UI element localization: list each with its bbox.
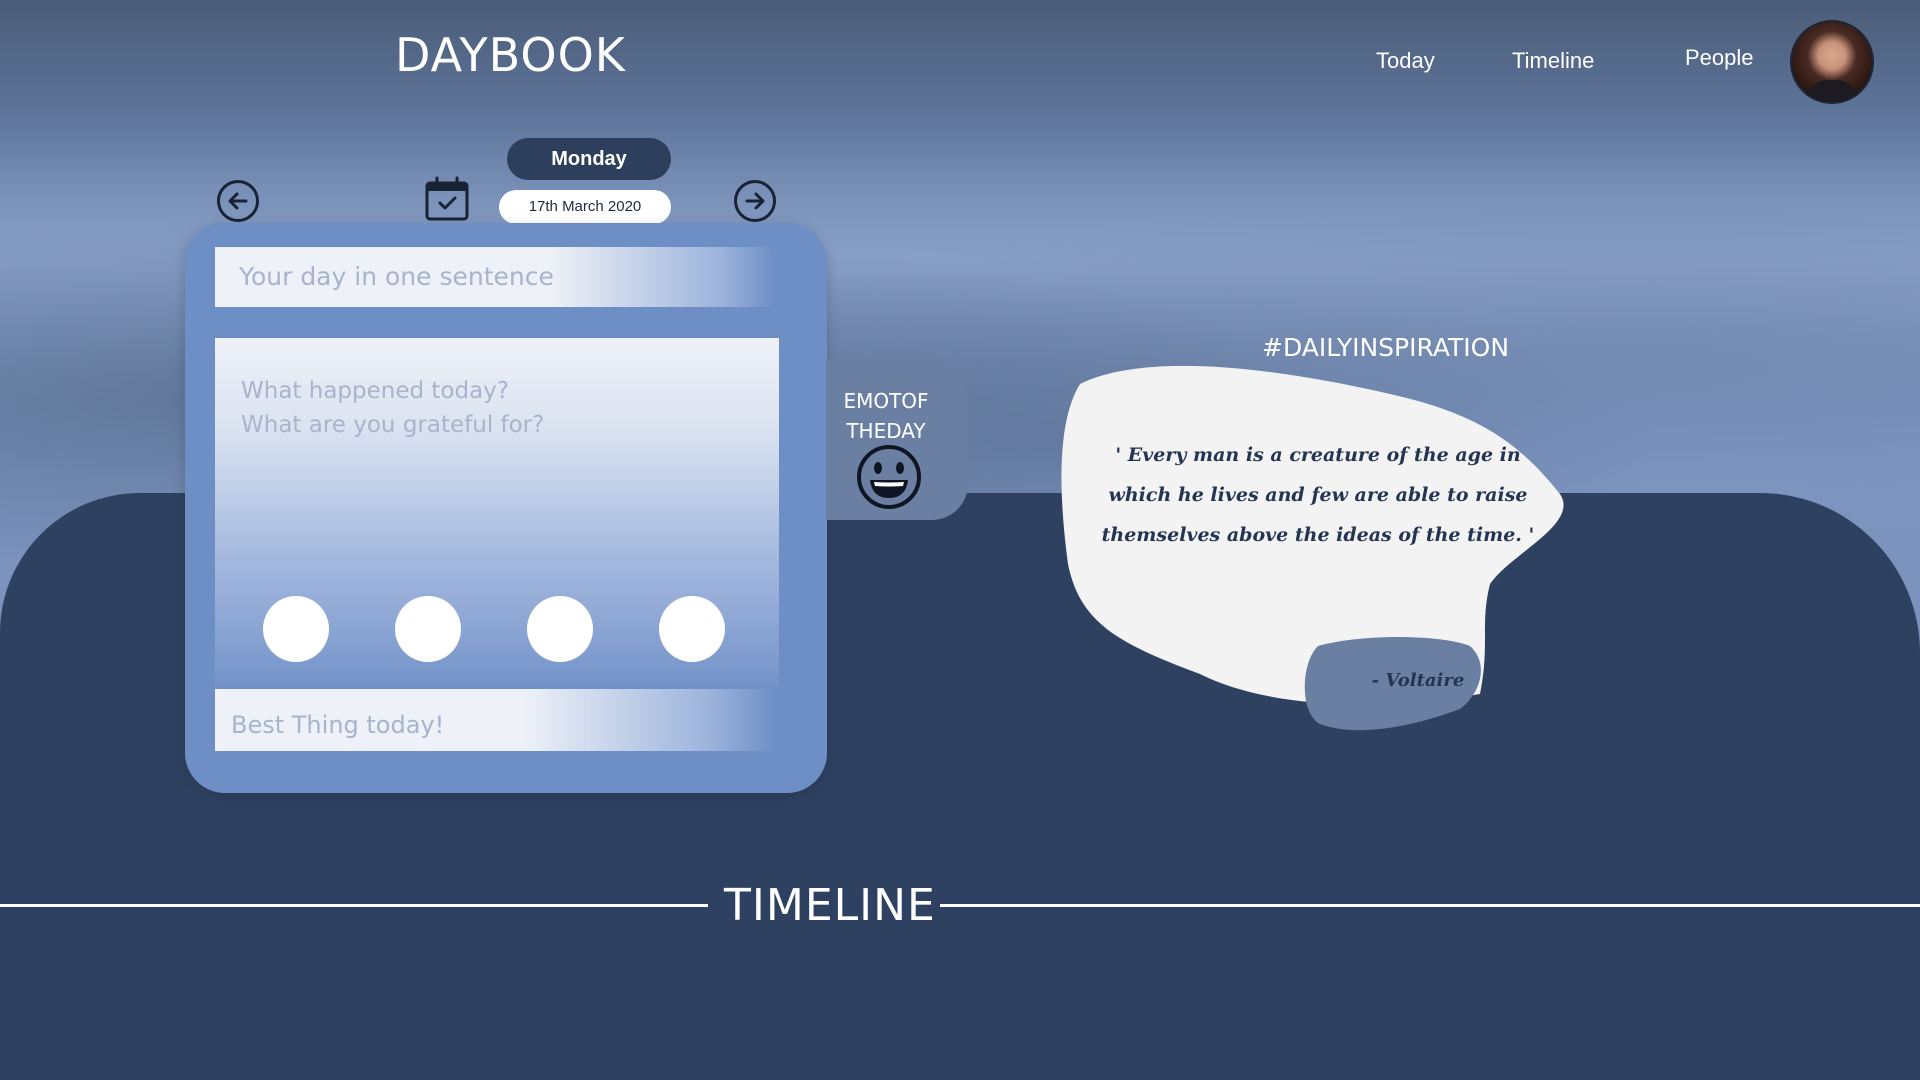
grinning-face-icon[interactable] (856, 444, 922, 510)
nav-timeline[interactable]: Timeline (1512, 48, 1594, 74)
best-thing-input[interactable]: Best Thing today! (215, 689, 775, 751)
day-label: Monday (507, 138, 671, 180)
next-day-button[interactable] (734, 180, 776, 222)
arrow-left-icon (228, 192, 248, 210)
prev-day-button[interactable] (217, 180, 259, 222)
emote-label-line-2: THEDAY (846, 419, 926, 443)
nav-today[interactable]: Today (1376, 48, 1435, 74)
body-placeholder-line-2: What are you grateful for? (241, 412, 545, 438)
arrow-right-icon (745, 192, 765, 210)
emote-of-the-day-panel: EMOTOF THEDAY (826, 360, 968, 520)
app-title: DAYBOOK (395, 28, 626, 82)
quote-author: - Voltaire (1371, 670, 1465, 691)
photo-slot-1[interactable] (263, 596, 329, 662)
calendar-button[interactable] (424, 176, 470, 222)
timeline-title: TIMELINE (724, 880, 936, 931)
emote-label-line-1: EMOTOF (843, 389, 929, 413)
quote-text: ' Every man is a creature of the age in … (1101, 444, 1535, 546)
day-sentence-input[interactable]: Your day in one sentence (215, 247, 775, 307)
journal-card: Your day in one sentence What happened t… (185, 223, 827, 793)
calendar-check-icon (425, 176, 469, 221)
page: DAYBOOK Today Timeline People Monday 17t… (0, 0, 1920, 1080)
photo-slot-3[interactable] (527, 596, 593, 662)
emote-label: EMOTOF THEDAY (838, 386, 934, 446)
avatar-shirt (1807, 80, 1857, 102)
photo-slot-4[interactable] (659, 596, 725, 662)
timeline-divider-left (0, 904, 708, 907)
daily-inspiration-title: #DAILYINSPIRATION (1262, 333, 1510, 362)
timeline-divider-right (940, 904, 1920, 907)
date-label[interactable]: 17th March 2020 (499, 190, 671, 224)
avatar[interactable] (1790, 20, 1874, 104)
body-placeholder-line-1: What happened today? (241, 378, 510, 404)
nav-people[interactable]: People (1685, 45, 1754, 71)
photo-slot-2[interactable] (395, 596, 461, 662)
